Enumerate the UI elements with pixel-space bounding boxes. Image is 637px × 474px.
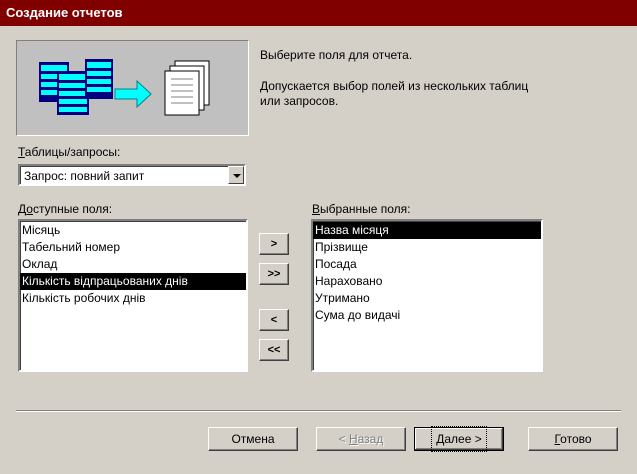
tables-select-value: Запрос: повний запит xyxy=(24,169,145,183)
intro-line-1: Выберите поля для отчета. xyxy=(260,48,413,62)
add-all-fields-button[interactable]: >> xyxy=(259,263,289,285)
list-item[interactable]: Утримано xyxy=(313,290,541,307)
list-item[interactable]: Посада xyxy=(313,256,541,273)
tables-label: Таблицы/запросы: xyxy=(18,145,121,159)
wizard-illustration xyxy=(16,40,249,136)
report-wizard-icon xyxy=(39,59,210,116)
list-item[interactable]: Нараховано xyxy=(313,273,541,290)
add-field-button[interactable]: > xyxy=(259,233,289,255)
list-item-selected[interactable]: Кількість відпрацьованих днів xyxy=(20,273,246,290)
selected-fields-list[interactable]: Назва місяця Прізвище Посада Нараховано … xyxy=(311,219,543,372)
list-item[interactable]: Сума до видачі xyxy=(313,307,541,324)
list-item[interactable]: Прізвище xyxy=(313,239,541,256)
list-item[interactable]: Оклад xyxy=(20,256,246,273)
available-fields-list[interactable]: Місяць Табельний номер Оклад Кількість в… xyxy=(18,219,248,372)
chevron-down-icon[interactable] xyxy=(228,166,244,184)
window-title: Создание отчетов xyxy=(0,0,637,26)
remove-field-button[interactable]: < xyxy=(259,309,289,331)
back-button[interactable]: < Назад xyxy=(316,427,406,451)
footer-divider xyxy=(16,410,621,412)
list-item-selected[interactable]: Назва місяця xyxy=(313,222,541,239)
finish-button[interactable]: Готово xyxy=(528,427,618,451)
remove-all-fields-button[interactable]: << xyxy=(259,339,289,361)
available-fields-label: Доступные поля: xyxy=(18,202,113,216)
cancel-button[interactable]: Отмена xyxy=(208,427,298,451)
intro-line-3: или запросов. xyxy=(260,94,339,108)
intro-line-2: Допускается выбор полей из нескольких та… xyxy=(260,79,529,93)
selected-fields-label: Выбранные поля: xyxy=(312,202,411,216)
list-item[interactable]: Місяць xyxy=(20,222,246,239)
list-item[interactable]: Кількість робочих днів xyxy=(20,290,246,307)
tables-select[interactable]: Запрос: повний запит xyxy=(18,164,246,186)
list-item[interactable]: Табельний номер xyxy=(20,239,246,256)
next-button[interactable]: Далее > xyxy=(414,426,504,452)
